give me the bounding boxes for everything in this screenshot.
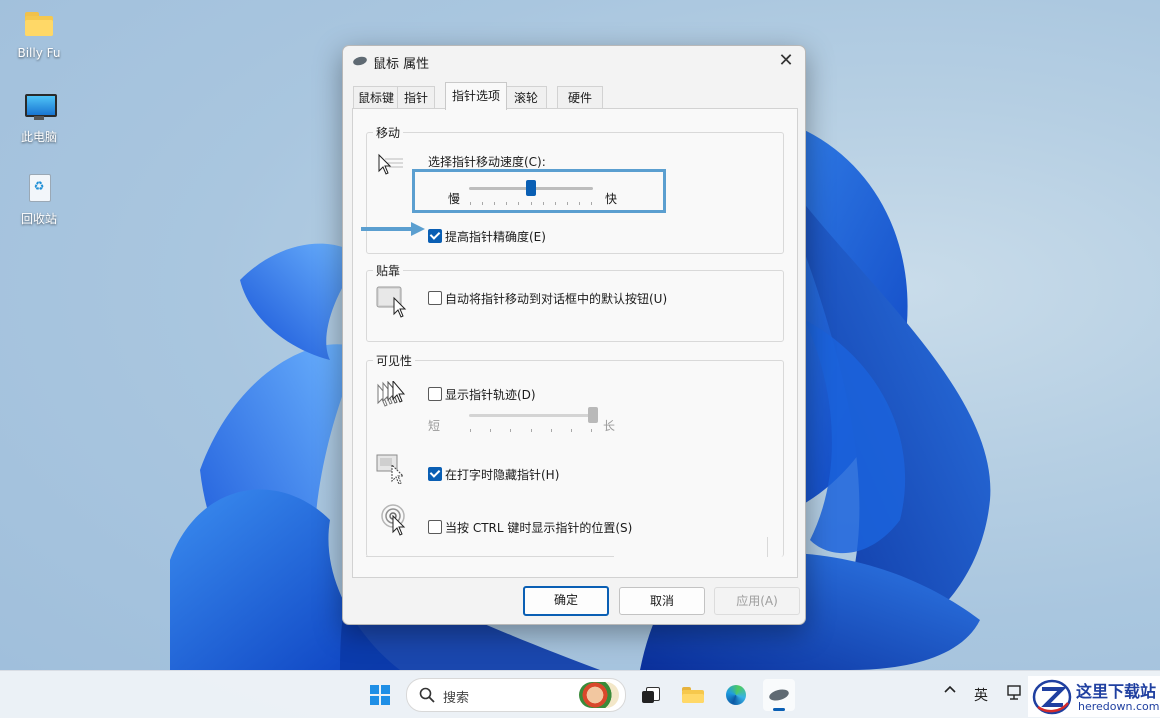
watermark-logo-icon (1032, 679, 1072, 718)
edge-icon (726, 685, 746, 705)
trail-length-slider-thumb[interactable] (588, 407, 598, 423)
trail-length-ticks (470, 429, 592, 432)
tab-hardware[interactable]: 硬件 (557, 86, 603, 109)
task-view-button[interactable] (634, 679, 666, 711)
trails-long-label: 长 (603, 419, 616, 433)
snap-to-default-checkbox[interactable] (428, 291, 442, 305)
desktop-icon-label: Billy Fu (17, 46, 61, 60)
arrow-annotation-icon (361, 222, 427, 239)
desktop-icon-recycle-bin[interactable]: ♻ 回收站 (3, 174, 75, 227)
visibility-group-label: 可见性 (373, 352, 416, 369)
pointer-speed-icon (377, 153, 407, 180)
site-watermark: 这里下载站 heredown.com (1028, 676, 1160, 717)
network-icon[interactable] (1006, 684, 1024, 705)
taskbar-search-box[interactable]: 搜索 (406, 678, 626, 712)
input-method-indicator[interactable]: 英 (974, 685, 988, 705)
folder-icon (21, 10, 57, 40)
start-button[interactable] (364, 679, 396, 711)
trail-length-slider-track[interactable] (469, 414, 593, 417)
taskbar: 搜索 英 (0, 670, 1160, 718)
group-bottom-divider (366, 556, 614, 557)
close-button[interactable]: ✕ (773, 49, 799, 73)
desktop-icon-label: 回收站 (20, 212, 57, 226)
mouse-properties-dialog: 鼠标 属性 ✕ 鼠标键 指针 指针选项 滚轮 硬件 移动 选择指针移动速度(C)… (342, 45, 806, 625)
pointer-speed-label: 选择指针移动速度(C): (428, 155, 546, 169)
snap-to-button-icon (376, 285, 410, 322)
recycle-bin-icon: ♻ (21, 174, 57, 204)
pointer-trails-checkbox[interactable] (428, 387, 442, 401)
hide-while-typing-checkbox[interactable] (428, 467, 442, 481)
show-hidden-icons-chevron-icon[interactable] (943, 683, 957, 701)
mouse-icon (352, 55, 368, 67)
ok-button[interactable]: 确定 (523, 586, 609, 616)
group-right-edge (767, 537, 768, 557)
edge-browser-button[interactable] (720, 679, 752, 711)
tab-buttons[interactable]: 鼠标键 (353, 86, 399, 109)
title-bar[interactable]: 鼠标 属性 ✕ (343, 46, 805, 76)
show-location-ctrl-checkbox[interactable] (428, 520, 442, 534)
trails-short-label: 短 (428, 419, 441, 433)
tab-pointers[interactable]: 指针 (397, 86, 435, 109)
task-view-icon (642, 687, 660, 703)
file-explorer-button[interactable] (677, 679, 709, 711)
search-icon (419, 687, 435, 706)
snap-to-group: 贴靠 自动将指针移动到对话框中的默认按钮(U) (366, 262, 784, 342)
monitor-icon (21, 92, 57, 122)
hide-while-typing-icon (376, 453, 408, 488)
dialog-title: 鼠标 属性 (373, 57, 430, 72)
windows-logo-icon (370, 685, 390, 705)
desktop-icon-user-folder[interactable]: Billy Fu (3, 10, 75, 60)
show-location-ctrl-label: 当按 CTRL 键时显示指针的位置(S) (445, 521, 633, 535)
folder-icon (682, 687, 704, 703)
search-highlight-image-icon (579, 682, 619, 708)
active-app-indicator (773, 708, 785, 711)
show-location-ctrl-icon (381, 504, 411, 539)
slider-highlight-annotation (412, 169, 666, 213)
tab-wheel[interactable]: 滚轮 (505, 86, 547, 109)
desktop-icon-this-pc[interactable]: 此电脑 (3, 92, 75, 145)
pointer-trails-icon (376, 379, 410, 414)
snap-to-default-label: 自动将指针移动到对话框中的默认按钮(U) (445, 292, 668, 306)
visibility-group: 可见性 显示指针轨迹(D) 短 长 在打字时隐藏指针(H) 当按 CTRL 键时… (366, 352, 784, 557)
hide-while-typing-label: 在打字时隐藏指针(H) (445, 468, 560, 482)
desktop-icon-label: 此电脑 (20, 130, 57, 144)
cancel-button[interactable]: 取消 (619, 587, 705, 615)
mouse-icon (768, 687, 790, 703)
mouse-properties-taskbar-button[interactable] (763, 679, 795, 711)
enhance-precision-checkbox[interactable] (428, 229, 442, 243)
watermark-url: heredown.com (1078, 700, 1160, 713)
search-placeholder: 搜索 (443, 691, 470, 706)
pointer-options-panel: 移动 选择指针移动速度(C): 慢 快 提高指针精确度(E) 贴靠 自动将指针移… (352, 108, 798, 578)
pointer-trails-label: 显示指针轨迹(D) (445, 388, 536, 402)
watermark-title: 这里下载站 (1076, 682, 1157, 701)
enhance-precision-label: 提高指针精确度(E) (445, 230, 546, 244)
motion-group-label: 移动 (373, 124, 404, 141)
apply-button[interactable]: 应用(A) (714, 587, 800, 615)
snap-group-label: 贴靠 (373, 262, 404, 279)
close-icon: ✕ (778, 50, 794, 71)
tab-pointer-options[interactable]: 指针选项 (445, 82, 507, 110)
